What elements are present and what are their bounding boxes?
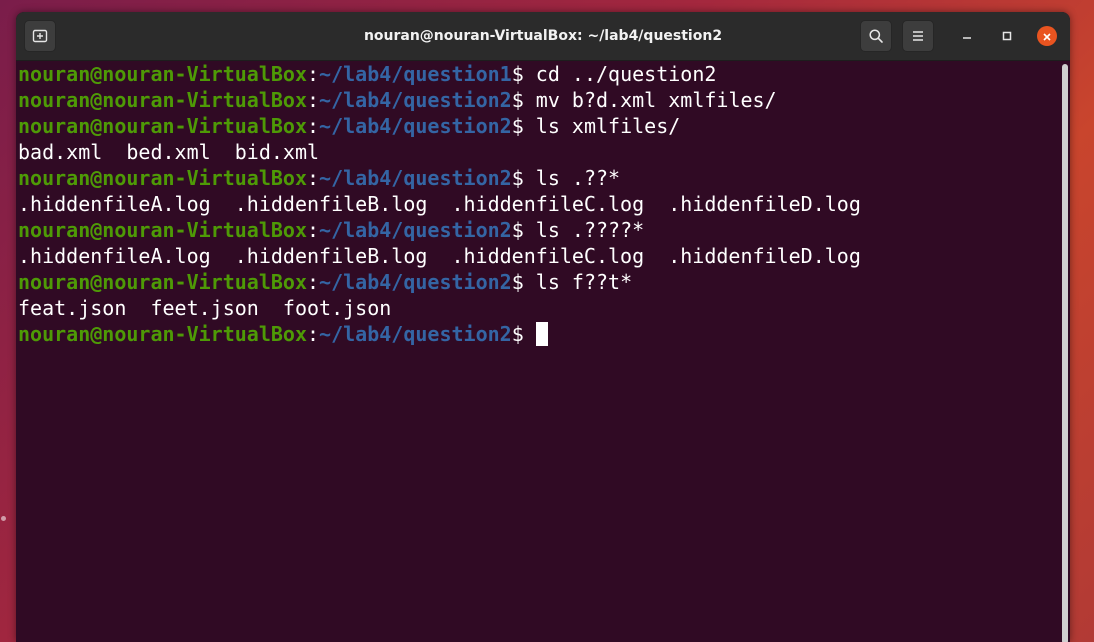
hamburger-menu-icon [911,29,925,43]
prompt-line: nouran@nouran-VirtualBox:~/lab4/question… [18,165,1060,191]
output-line: .hiddenfileA.log .hiddenfileB.log .hidde… [18,191,1060,217]
command-text: ls xmlfiles/ [535,114,681,138]
prompt-separator: : [306,322,320,346]
command-text: cd ../question2 [535,62,717,86]
title-bar[interactable]: nouran@nouran-VirtualBox: ~/lab4/questio… [16,12,1070,61]
prompt-separator: : [306,88,320,112]
prompt-separator: : [306,270,320,294]
prompt-line: nouran@nouran-VirtualBox:~/lab4/question… [18,61,1060,87]
prompt-user: nouran@nouran-VirtualBox [18,322,307,346]
prompt-line: nouran@nouran-VirtualBox:~/lab4/question… [18,269,1060,295]
prompt-path: ~/lab4/question2 [319,218,512,242]
new-tab-icon [32,28,48,44]
command-output: .hiddenfileA.log .hiddenfileB.log .hidde… [18,244,861,268]
command-output: feat.json feet.json foot.json [18,296,392,320]
prompt-separator: : [306,114,320,138]
minimize-icon [961,27,973,46]
terminal-window: nouran@nouran-VirtualBox: ~/lab4/questio… [16,12,1070,642]
command-output: bad.xml bed.xml bid.xml [18,140,320,164]
output-line: .hiddenfileA.log .hiddenfileB.log .hidde… [18,243,1060,269]
prompt-symbol: $ [511,166,536,190]
new-tab-button[interactable] [24,20,56,52]
prompt-user: nouran@nouran-VirtualBox [18,88,307,112]
desktop-dock-indicator [1,516,6,521]
output-line: bad.xml bed.xml bid.xml [18,139,1060,165]
search-icon [868,28,884,44]
prompt-separator: : [306,166,320,190]
prompt-separator: : [306,62,320,86]
prompt-path: ~/lab4/question2 [319,88,512,112]
prompt-user: nouran@nouran-VirtualBox [18,270,307,294]
prompt-user: nouran@nouran-VirtualBox [18,114,307,138]
command-text: mv b?d.xml xmlfiles/ [535,88,777,112]
prompt-path: ~/lab4/question2 [319,114,512,138]
close-button[interactable] [1037,26,1057,46]
prompt-user: nouran@nouran-VirtualBox [18,218,307,242]
prompt-symbol: $ [511,114,536,138]
prompt-symbol: $ [511,62,536,86]
command-text: ls f??t* [535,270,633,294]
close-icon [1042,27,1052,46]
prompt-line: nouran@nouran-VirtualBox:~/lab4/question… [18,217,1060,243]
prompt-line: nouran@nouran-VirtualBox:~/lab4/question… [18,321,1060,347]
command-text: ls .????* [535,218,645,242]
maximize-icon [1001,27,1013,46]
prompt-symbol: $ [511,88,536,112]
prompt-path: ~/lab4/question2 [319,270,512,294]
prompt-line: nouran@nouran-VirtualBox:~/lab4/question… [18,87,1060,113]
command-text: ls .??* [535,166,621,190]
output-line: feat.json feet.json foot.json [18,295,1060,321]
prompt-path: ~/lab4/question2 [319,166,512,190]
menu-button[interactable] [902,20,934,52]
terminal-scrollbar[interactable] [1060,60,1070,642]
prompt-path: ~/lab4/question1 [319,62,512,86]
command-output: .hiddenfileA.log .hiddenfileB.log .hidde… [18,192,861,216]
prompt-separator: : [306,218,320,242]
prompt-symbol: $ [511,322,536,346]
prompt-symbol: $ [511,270,536,294]
prompt-symbol: $ [511,218,536,242]
search-button[interactable] [860,20,892,52]
maximize-button[interactable] [997,26,1017,46]
prompt-line: nouran@nouran-VirtualBox:~/lab4/question… [18,113,1060,139]
minimize-button[interactable] [957,26,977,46]
prompt-user: nouran@nouran-VirtualBox [18,166,307,190]
prompt-path: ~/lab4/question2 [319,322,512,346]
terminal-output[interactable]: nouran@nouran-VirtualBox:~/lab4/question… [16,60,1060,642]
prompt-user: nouran@nouran-VirtualBox [18,62,307,86]
text-cursor [535,322,548,346]
scrollbar-thumb[interactable] [1062,64,1068,642]
